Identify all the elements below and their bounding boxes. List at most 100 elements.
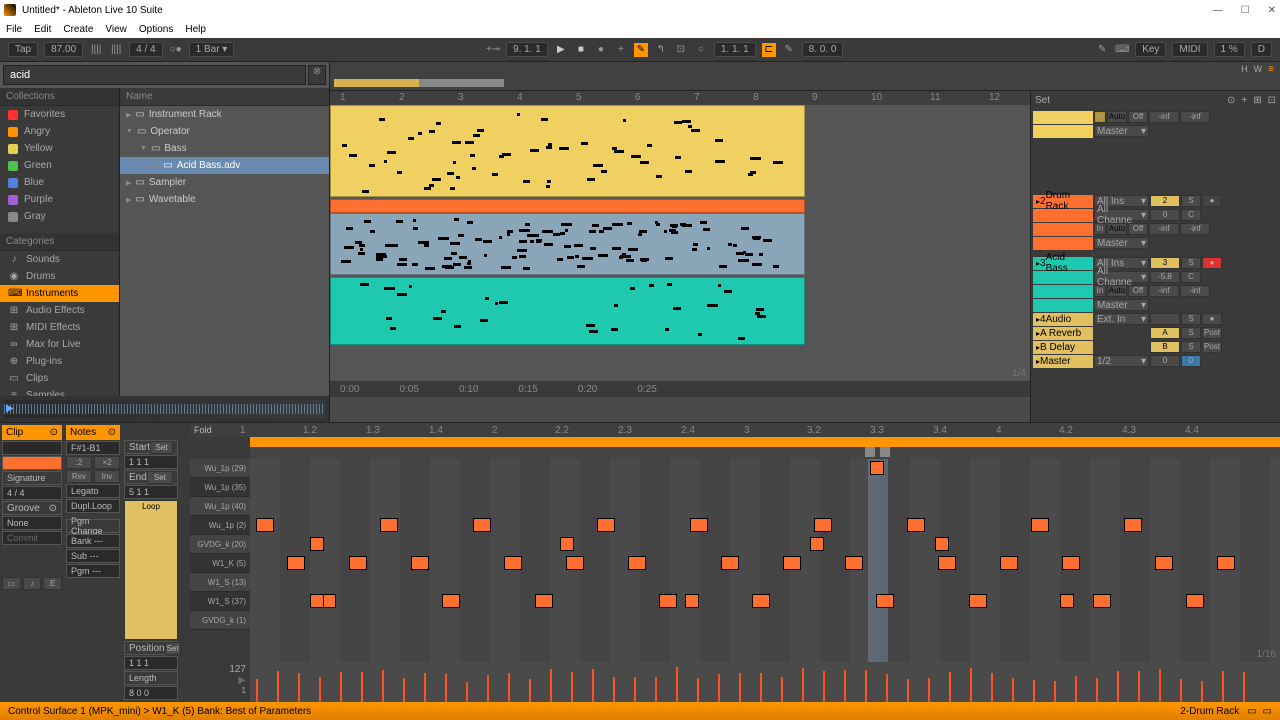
length-value[interactable]: 8 0 0 — [124, 686, 178, 700]
play-icon[interactable]: ▶ — [554, 43, 568, 57]
keyboard-icon[interactable]: ⌨ — [1115, 43, 1129, 57]
draw-mode-icon[interactable]: ✎ — [782, 43, 796, 57]
loop-brace[interactable] — [250, 437, 1280, 447]
arrangement-position[interactable]: 9. 1. 1 — [506, 42, 548, 57]
notes-box-toggle[interactable]: ♪ — [23, 577, 42, 590]
start-set-button[interactable]: Set — [150, 441, 173, 454]
loop-icon[interactable]: ○ — [694, 43, 708, 57]
follow-icon[interactable]: +⊸ — [486, 43, 500, 57]
category-plug-ins[interactable]: ⊕Plug-ins — [0, 353, 119, 370]
clip-box-toggle[interactable]: ▭ — [2, 577, 21, 590]
collection-favorites[interactable]: Favorites — [0, 106, 119, 123]
collection-green[interactable]: Green — [0, 157, 119, 174]
note-range[interactable]: F#1-B1 — [66, 441, 120, 455]
menu-edit[interactable]: Edit — [34, 24, 51, 35]
category-clips[interactable]: ▭Clips — [0, 370, 119, 387]
pgm-select[interactable]: Pgm --- — [66, 564, 120, 578]
return-toggle-icon[interactable]: + — [1241, 95, 1247, 106]
legato-button[interactable]: Legato — [66, 484, 120, 498]
pencil-icon[interactable]: ✎ — [1095, 43, 1109, 57]
loop-length[interactable]: 8. 0. 0 — [802, 42, 844, 57]
metronome-icon[interactable]: ○● — [169, 43, 183, 57]
menu-view[interactable]: View — [105, 24, 127, 35]
track2-vol[interactable]: 2 — [1150, 195, 1180, 207]
w-button[interactable]: W — [1254, 64, 1263, 75]
stop-icon[interactable]: ■ — [574, 43, 588, 57]
preview-waveform[interactable]: ▶ — [4, 400, 325, 418]
invert-button[interactable]: Inv — [94, 470, 120, 483]
clip-color[interactable] — [2, 456, 62, 470]
search-input[interactable] — [3, 65, 306, 85]
capture-icon[interactable]: ⊡ — [674, 43, 688, 57]
collection-purple[interactable]: Purple — [0, 191, 119, 208]
collection-angry[interactable]: Angry — [0, 123, 119, 140]
groove-select[interactable]: None — [2, 516, 62, 530]
category-drums[interactable]: ◉Drums — [0, 268, 119, 285]
midi-clip-track2-header[interactable] — [330, 199, 805, 213]
transpose-down[interactable]: :2 — [66, 456, 92, 469]
midi-clip-track3[interactable] — [330, 277, 805, 345]
category-midi-effects[interactable]: ⊞MIDI Effects — [0, 319, 119, 336]
midi-map-button[interactable]: MIDI — [1172, 42, 1207, 57]
metronome-bars[interactable]: 1 Bar ▾ — [189, 42, 235, 57]
velocity-lane[interactable]: 127▶1 — [190, 662, 1280, 702]
bar-ruler[interactable]: 123456789101112 — [330, 91, 1030, 105]
category-max-for-live[interactable]: ∞Max for Live — [0, 336, 119, 353]
tree-item[interactable]: ▼▭Bass — [120, 140, 329, 157]
midi-clip-track1[interactable] — [330, 105, 805, 197]
overdub-icon[interactable]: + — [614, 43, 628, 57]
clip-name-field[interactable] — [2, 441, 62, 455]
reverse-button[interactable]: Rev — [66, 470, 92, 483]
menu-options[interactable]: Options — [139, 24, 173, 35]
start-value[interactable]: 1 1 1 — [124, 455, 178, 469]
tree-item[interactable]: ▼▭Operator — [120, 123, 329, 140]
piano-keys[interactable]: Wu_1p (29)Wu_1p (35)Wu_1p (40)Wu_1p (2)G… — [190, 459, 250, 662]
menu-file[interactable]: File — [6, 24, 22, 35]
collection-gray[interactable]: Gray — [0, 208, 119, 225]
category-instruments[interactable]: ⌨Instruments — [0, 285, 119, 302]
nudge-up-icon[interactable]: |||| — [109, 43, 123, 57]
tree-item[interactable]: ▶▭Sampler — [120, 174, 329, 191]
io-toggle-icon[interactable]: ⊙ — [1227, 95, 1235, 106]
category-samples[interactable]: ≡Samples — [0, 387, 119, 396]
crossfade-toggle-icon[interactable]: ⊡ — [1268, 95, 1276, 106]
envelope-box-toggle[interactable]: E — [43, 577, 62, 590]
groove-hot-swap-icon[interactable]: ⊙ — [49, 503, 57, 514]
loop-toggle[interactable]: Loop — [124, 500, 178, 640]
time-signature[interactable]: 4 / 4 — [129, 42, 162, 57]
transpose-up[interactable]: ×2 — [94, 456, 120, 469]
record-icon[interactable]: ● — [594, 43, 608, 57]
h-button[interactable]: H — [1241, 64, 1248, 75]
piano-roll-ruler[interactable]: 11.21.31.422.22.32.433.23.33.444.24.34.4 — [240, 423, 1280, 437]
collection-blue[interactable]: Blue — [0, 174, 119, 191]
signature-value[interactable]: 4 / 4 — [2, 486, 62, 500]
duplicate-loop-button[interactable]: Dupl.Loop — [66, 499, 120, 513]
bank-select[interactable]: Bank --- — [66, 534, 120, 548]
end-value[interactable]: 5 1 1 — [124, 485, 178, 499]
loop-marker-end[interactable] — [880, 447, 890, 457]
menu-create[interactable]: Create — [63, 24, 93, 35]
bpm-field[interactable]: 87.00 — [44, 42, 83, 57]
category-sounds[interactable]: ♪Sounds — [0, 251, 119, 268]
key-map-button[interactable]: Key — [1135, 42, 1166, 57]
category-audio-effects[interactable]: ⊞Audio Effects — [0, 302, 119, 319]
collection-yellow[interactable]: Yellow — [0, 140, 119, 157]
mixer-toggle-icon[interactable]: ⊞ — [1253, 95, 1261, 106]
tap-button[interactable]: Tap — [8, 42, 38, 57]
overview-scrub[interactable] — [330, 77, 1280, 91]
minimize-icon[interactable]: — — [1213, 5, 1223, 16]
position-value[interactable]: 1 1 1 — [124, 656, 178, 670]
automation-arm-icon[interactable]: ✎ — [634, 43, 648, 57]
clear-search-icon[interactable]: ⊗ — [308, 65, 326, 85]
time-ruler[interactable]: 0:000:050:100:150:200:25 — [330, 381, 1030, 397]
loop-start[interactable]: 1. 1. 1 — [714, 42, 756, 57]
menu-icon[interactable]: ≡ — [1268, 64, 1274, 75]
commit-button[interactable]: Commit — [2, 531, 62, 545]
reenable-automation-icon[interactable]: ↰ — [654, 43, 668, 57]
close-icon[interactable]: ✕ — [1268, 5, 1276, 16]
tree-item[interactable]: ▶▭Wavetable — [120, 191, 329, 208]
track2-solo[interactable]: S — [1181, 195, 1201, 207]
note-grid[interactable]: 1/16 — [250, 459, 1280, 662]
tree-item[interactable]: ▶▭Acid Bass.adv — [120, 157, 329, 174]
notes-panel-header[interactable]: Notes⊙ — [66, 425, 120, 440]
